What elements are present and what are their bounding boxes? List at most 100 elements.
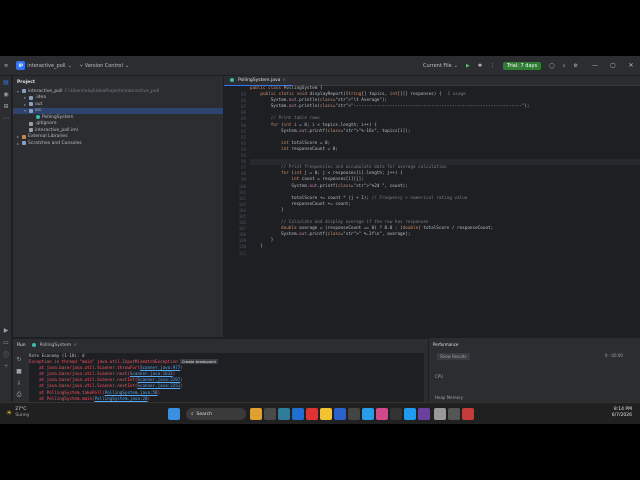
- tree-item[interactable]: ▸ Scratches and Consoles: [13, 140, 223, 147]
- search-icon: ⌕: [191, 412, 194, 417]
- app-icon-2[interactable]: [278, 408, 290, 420]
- vcs-selector[interactable]: ⑂ Version Control ⌄: [80, 63, 129, 69]
- app-icon-3[interactable]: [306, 408, 318, 420]
- tree-item-label: External Libraries: [28, 134, 68, 140]
- code-area[interactable]: public class PollingSystem { public stat…: [250, 86, 640, 337]
- ide-window: ≡ IP interactive_poll ⌄ ⑂ Version Contro…: [0, 56, 640, 424]
- app-icon-10[interactable]: [434, 408, 446, 420]
- clock[interactable]: 8:14 PM 6/7/2026: [612, 407, 632, 419]
- stop-icon[interactable]: ■: [13, 365, 25, 377]
- app-icon-5[interactable]: [348, 408, 360, 420]
- close-icon[interactable]: ×: [282, 78, 286, 83]
- project-badge: IP: [16, 61, 26, 70]
- tree-item-label: PollingSystem: [42, 114, 74, 120]
- start-icon[interactable]: [168, 408, 180, 420]
- editor-tab-label: PollingSystem.java: [238, 77, 281, 83]
- console-output[interactable]: Rate Economy (1-10): d Exception in threa…: [29, 353, 424, 413]
- intellij-icon[interactable]: [462, 408, 474, 420]
- java-file-icon: [31, 343, 36, 347]
- java-file-icon: [36, 115, 40, 120]
- chevron-down-icon: ⌄: [124, 62, 130, 69]
- app-icon-8[interactable]: [390, 408, 402, 420]
- task-view-icon[interactable]: [264, 408, 276, 420]
- tree-item-label: .gitignore: [35, 121, 57, 127]
- app-icon-9[interactable]: [404, 408, 416, 420]
- tree-item-label: Scratches and Consoles: [28, 140, 82, 146]
- tree-item-label: interactive_poll: [28, 88, 63, 94]
- project-panel-title: Project: [17, 79, 36, 85]
- line-numbers: 85 86 87 88 89 90 91 92 93 94 95 96 97 98 99 100 101 102 1…: [224, 86, 246, 337]
- performance-panel: Performance Show Results 0 : 00:00 CPU H…: [429, 338, 640, 407]
- app-icon-7[interactable]: [376, 408, 388, 420]
- run-config-selector[interactable]: Current File ⌄: [423, 63, 458, 69]
- editor: PollingSystem.java × 85 86 87 88 89 90 91 92 93 9…: [224, 76, 640, 337]
- cpu-label: CPU: [435, 374, 444, 379]
- folder-icon: [29, 108, 33, 113]
- editor-tab[interactable]: PollingSystem.java ×: [224, 76, 293, 86]
- project-panel: Project ▾ interactive_poll C:\Users\olaji\…: [13, 76, 223, 337]
- run-tabs: Run PollingSystem ×: [13, 339, 428, 351]
- app-icon-11[interactable]: [448, 408, 460, 420]
- commit-icon[interactable]: ◉: [0, 88, 12, 100]
- folder-icon: [29, 95, 33, 100]
- file-explorer-icon[interactable]: [320, 408, 332, 420]
- branch-icon: ⑂: [79, 62, 83, 69]
- weather-condition: Sunny: [15, 412, 30, 418]
- vscode-icon[interactable]: [418, 408, 430, 420]
- usage-hint[interactable]: 1 usage: [448, 92, 466, 97]
- folder-icon: [29, 102, 33, 107]
- app-icon-1[interactable]: [250, 408, 262, 420]
- more-icon[interactable]: ⋮: [490, 63, 495, 69]
- close-icon[interactable]: ×: [73, 343, 77, 348]
- library-icon: [22, 134, 26, 139]
- settings-icon[interactable]: ⚙: [574, 63, 578, 69]
- structure-icon[interactable]: ⊞: [0, 100, 12, 112]
- run-tool-icon[interactable]: ▶: [0, 324, 12, 336]
- show-results-button[interactable]: Show Results: [437, 353, 470, 360]
- debug-icon[interactable]: ✱: [478, 63, 482, 69]
- close-button[interactable]: ✕: [622, 62, 640, 69]
- edge-icon[interactable]: [292, 408, 304, 420]
- hamburger-menu-icon[interactable]: ≡: [4, 63, 8, 69]
- run-config-label: Current File: [423, 62, 452, 69]
- app-icon-4[interactable]: [334, 408, 346, 420]
- git-icon[interactable]: ⑂: [0, 360, 12, 372]
- scroll-icon[interactable]: ⇩: [13, 377, 25, 389]
- breakpoint-tooltip: Create breakpoint: [179, 359, 219, 365]
- run-tab[interactable]: PollingSystem ×: [31, 342, 77, 348]
- folder-icon: [22, 89, 26, 94]
- run-icon[interactable]: ▶: [466, 63, 470, 69]
- minimize-button[interactable]: —: [586, 62, 604, 69]
- tree-item-path: C:\Users\olaji\IdeaProjects\interactive_…: [64, 88, 160, 94]
- search-icon[interactable]: ⌕: [563, 63, 566, 69]
- date: 6/7/2026: [611, 413, 632, 418]
- heap-label: Heap Memory: [435, 395, 463, 400]
- maximize-button[interactable]: ▢: [604, 62, 622, 69]
- taskbar-search[interactable]: ⌕ Search: [186, 408, 246, 420]
- project-selector[interactable]: IP interactive_poll ⌄: [16, 61, 72, 70]
- weather-widget[interactable]: ☀ 27°C Sunny: [6, 407, 29, 418]
- rerun-icon[interactable]: ↻: [13, 353, 25, 365]
- trial-badge[interactable]: Trial: 7 days: [503, 61, 542, 70]
- run-toolbar: ↻ ■ ⇩ ⎙: [13, 353, 27, 408]
- print-icon[interactable]: ⎙: [13, 389, 25, 401]
- user-icon[interactable]: ◯: [549, 63, 555, 69]
- terminal-icon[interactable]: ▭: [0, 336, 12, 348]
- project-name: interactive_poll: [27, 62, 66, 69]
- taskbar: ☀ 27°C Sunny ⌕ Search 8:14 PM 6/7/2026: [0, 402, 640, 424]
- app-icon-6[interactable]: [362, 408, 374, 420]
- run-panel: Run PollingSystem × ↻ ■ ⇩ ⎙ Rate Economy…: [13, 338, 428, 413]
- run-tab-label: PollingSystem: [39, 342, 72, 348]
- timer-readout: 0 : 00:00: [605, 353, 623, 358]
- title-bar: ≡ IP interactive_poll ⌄ ⑂ Version Contro…: [0, 56, 640, 76]
- folder-icon[interactable]: ▤: [0, 76, 12, 88]
- run-panel-title: Run: [17, 342, 26, 348]
- taskbar-search-label: Search: [196, 411, 212, 417]
- tree-item-label: .idea: [35, 95, 47, 101]
- project-tree: ▾ interactive_poll C:\Users\olaji\IdeaProj…: [13, 88, 223, 147]
- more-tools-icon[interactable]: ⋯: [0, 112, 12, 124]
- sun-icon: ☀: [6, 408, 13, 417]
- performance-title: Performance: [433, 341, 459, 347]
- code-line[interactable]: [250, 251, 640, 257]
- problems-icon[interactable]: ⓘ: [0, 348, 12, 360]
